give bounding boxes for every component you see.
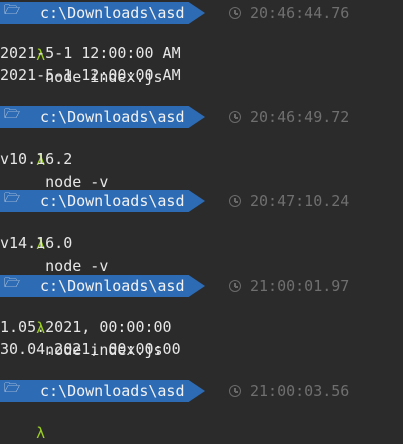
prompt-symbol: λ [36, 424, 46, 442]
output-line: 1.05.2021, 00:00:00 [0, 318, 172, 336]
clock-icon [229, 280, 241, 292]
clock-icon [229, 195, 241, 207]
path-segment: 🗁 c:\Downloads\asd [0, 2, 205, 24]
path-label: c:\Downloads\asd [40, 192, 185, 210]
output-line: 30.04.2021, 00:00:00 [0, 340, 181, 358]
output-line: 2021-5-1 12:00:00 AM [0, 66, 181, 84]
path-label: c:\Downloads\asd [40, 382, 185, 400]
command-line: λ node -v [0, 211, 108, 275]
command-line: λ node index.js [0, 295, 162, 359]
path-label: c:\Downloads\asd [40, 108, 185, 126]
command-text: node -v [45, 257, 109, 275]
path-segment: 🗁 c:\Downloads\asd [0, 106, 205, 128]
prompt-header: 🗁 c:\Downloads\asd 21:00:03.56 [0, 380, 403, 402]
folder-icon: 🗁 [4, 107, 21, 122]
terminal-window[interactable]: 🗁 c:\Downloads\asd 20:46:44.76 λ node in… [0, 0, 403, 444]
timestamp: 20:46:49.72 [250, 108, 350, 126]
timestamp: 21:00:01.97 [250, 277, 350, 295]
prompt-header: 🗁 c:\Downloads\asd 20:46:49.72 [0, 106, 403, 128]
timestamp: 21:00:03.56 [250, 382, 350, 400]
path-label: c:\Downloads\asd [40, 277, 185, 295]
folder-icon: 🗁 [4, 276, 21, 291]
command-text: node -v [45, 173, 109, 191]
timestamp: 20:46:44.76 [250, 4, 350, 22]
clock-icon [229, 7, 241, 19]
prompt-header: 🗁 c:\Downloads\asd 21:00:01.97 [0, 275, 403, 297]
folder-icon: 🗁 [4, 381, 21, 396]
clock-icon [229, 111, 241, 123]
output-line: v10.16.2 [0, 150, 73, 168]
command-line: λ node -v [0, 127, 108, 191]
prompt-header: 🗁 c:\Downloads\asd 20:46:44.76 [0, 2, 403, 24]
timestamp: 20:47:10.24 [250, 192, 350, 210]
folder-icon: 🗁 [4, 3, 21, 18]
path-segment: 🗁 c:\Downloads\asd [0, 190, 205, 212]
path-segment: 🗁 c:\Downloads\asd [0, 380, 205, 402]
command-line[interactable]: λ [0, 400, 45, 442]
folder-icon: 🗁 [4, 191, 21, 206]
path-label: c:\Downloads\asd [40, 4, 185, 22]
clock-icon [229, 385, 241, 397]
prompt-header: 🗁 c:\Downloads\asd 20:47:10.24 [0, 190, 403, 212]
command-line: λ node index.js [0, 22, 162, 86]
path-segment: 🗁 c:\Downloads\asd [0, 275, 205, 297]
output-line: v14.16.0 [0, 234, 73, 252]
output-line: 2021-5-1 12:00:00 AM [0, 44, 181, 62]
